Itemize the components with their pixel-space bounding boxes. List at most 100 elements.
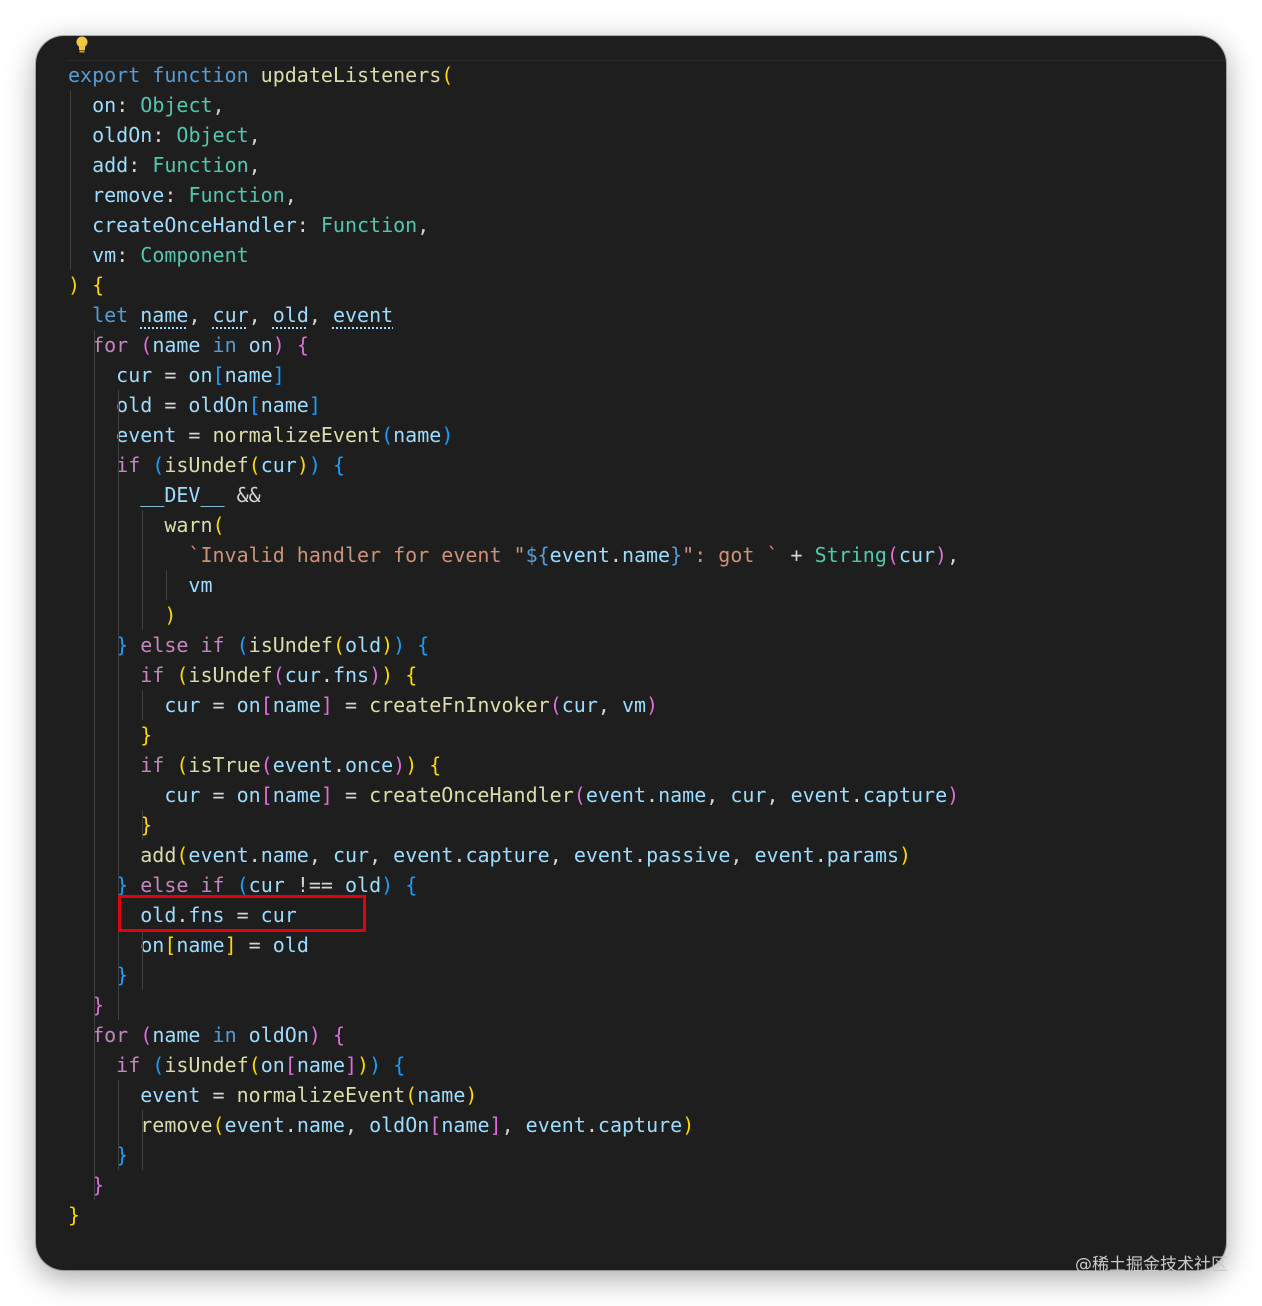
- code-token: &&: [224, 483, 261, 507]
- code-token: Object: [176, 123, 249, 147]
- code-token: if: [200, 873, 237, 897]
- indent-guide: [118, 1080, 120, 1170]
- code-line[interactable]: }: [68, 1200, 959, 1230]
- code-token: =: [200, 1083, 237, 1107]
- code-line[interactable]: warn(: [68, 510, 959, 540]
- code-line[interactable]: event = normalizeEvent(name): [68, 1080, 959, 1110]
- code-token: name: [658, 783, 707, 807]
- code-line[interactable]: on[name] = old: [68, 930, 959, 960]
- code-line[interactable]: old = oldOn[name]: [68, 390, 959, 420]
- code-token: name: [152, 333, 213, 357]
- code-line[interactable]: }: [68, 1140, 959, 1170]
- code-token: ): [393, 753, 406, 777]
- code-line[interactable]: }: [68, 960, 959, 990]
- code-token: =: [152, 363, 189, 387]
- code-token: ): [381, 873, 394, 897]
- code-line[interactable]: remove: Function,: [68, 180, 959, 210]
- code-token: else: [140, 633, 201, 657]
- code-token: (: [272, 663, 285, 687]
- code-token: .: [453, 843, 466, 867]
- code-line[interactable]: add: Function,: [68, 150, 959, 180]
- code-token: .: [248, 843, 261, 867]
- code-line[interactable]: cur = on[name]: [68, 360, 959, 390]
- code-token: `Invalid handler for event ": [188, 543, 526, 567]
- code-line[interactable]: }: [68, 1170, 959, 1200]
- code-token: ,: [248, 123, 261, 147]
- code-line[interactable]: __DEV__ &&: [68, 480, 959, 510]
- code-line[interactable]: `Invalid handler for event "${event.name…: [68, 540, 959, 570]
- code-line[interactable]: ): [68, 600, 959, 630]
- code-line[interactable]: vm: [68, 570, 959, 600]
- code-token: {: [92, 273, 105, 297]
- code-token: ]: [320, 693, 333, 717]
- code-token: if: [200, 633, 237, 657]
- code-line[interactable]: oldOn: Object,: [68, 120, 959, 150]
- code-line[interactable]: }: [68, 990, 959, 1020]
- code-token: .: [284, 1113, 297, 1137]
- code-line[interactable]: let name, cur, old, event: [68, 300, 959, 330]
- code-token: isUndef: [164, 1053, 249, 1077]
- code-line[interactable]: cur = on[name] = createOnceHandler(event…: [68, 780, 959, 810]
- code-token: (: [236, 633, 249, 657]
- indent-guide: [70, 90, 71, 270]
- code-line[interactable]: createOnceHandler: Function,: [68, 210, 959, 240]
- code-line[interactable]: if (isUndef(cur.fns)) {: [68, 660, 959, 690]
- code-line[interactable]: event = normalizeEvent(name): [68, 420, 959, 450]
- code-token: ,: [417, 213, 430, 237]
- code-line[interactable]: }: [68, 720, 959, 750]
- code-token: event: [573, 843, 635, 867]
- code-token: old: [272, 303, 309, 327]
- code-line[interactable]: ) {: [68, 270, 959, 300]
- code-line[interactable]: remove(event.name, oldOn[name], event.ca…: [68, 1110, 959, 1140]
- code-token: oldOn: [248, 1023, 309, 1047]
- code-line[interactable]: if (isTrue(event.once)) {: [68, 750, 959, 780]
- code-token: on: [236, 693, 261, 717]
- code-line[interactable]: } else if (isUndef(old)) {: [68, 630, 959, 660]
- code-line[interactable]: }: [68, 810, 959, 840]
- indent-guide: [142, 1110, 144, 1170]
- code-token: event: [188, 843, 249, 867]
- code-line[interactable]: for (name in oldOn) {: [68, 1020, 959, 1050]
- code-token: .: [332, 753, 345, 777]
- code-token: .: [320, 663, 333, 687]
- code-token: cur: [284, 663, 321, 687]
- code-token: ): [68, 273, 81, 297]
- code-token: name: [224, 363, 273, 387]
- code-token: (: [381, 423, 394, 447]
- highlight-box: [118, 895, 366, 932]
- code-token: createOnceHandler: [369, 783, 574, 807]
- lightbulb-icon[interactable]: [74, 36, 90, 54]
- code-line[interactable]: cur = on[name] = createFnInvoker(cur, vm…: [68, 690, 959, 720]
- code-token: createFnInvoker: [369, 693, 550, 717]
- code-token: {: [405, 873, 418, 897]
- code-token: event: [332, 303, 394, 327]
- code-token: ${: [525, 543, 550, 567]
- code-token: {: [417, 633, 430, 657]
- code-token: ): [296, 453, 309, 477]
- code-line[interactable]: if (isUndef(on[name])) {: [68, 1050, 959, 1080]
- code-line[interactable]: add(event.name, cur, event.capture, even…: [68, 840, 959, 870]
- code-token: cur: [116, 363, 153, 387]
- code-line[interactable]: for (name in on) {: [68, 330, 959, 360]
- code-line[interactable]: on: Object,: [68, 90, 959, 120]
- code-token: on: [92, 93, 117, 117]
- code-token: ): [381, 633, 394, 657]
- code-line[interactable]: vm: Component: [68, 240, 959, 270]
- watermark: @稀土掘金技术社区: [1075, 1255, 1228, 1275]
- code-token: cur: [898, 543, 936, 567]
- code-token: (: [332, 633, 345, 657]
- code-area[interactable]: export function updateListeners( on: Obj…: [68, 60, 959, 1230]
- code-line[interactable]: if (isUndef(cur)) {: [68, 450, 959, 480]
- code-line[interactable]: export function updateListeners(: [68, 60, 959, 90]
